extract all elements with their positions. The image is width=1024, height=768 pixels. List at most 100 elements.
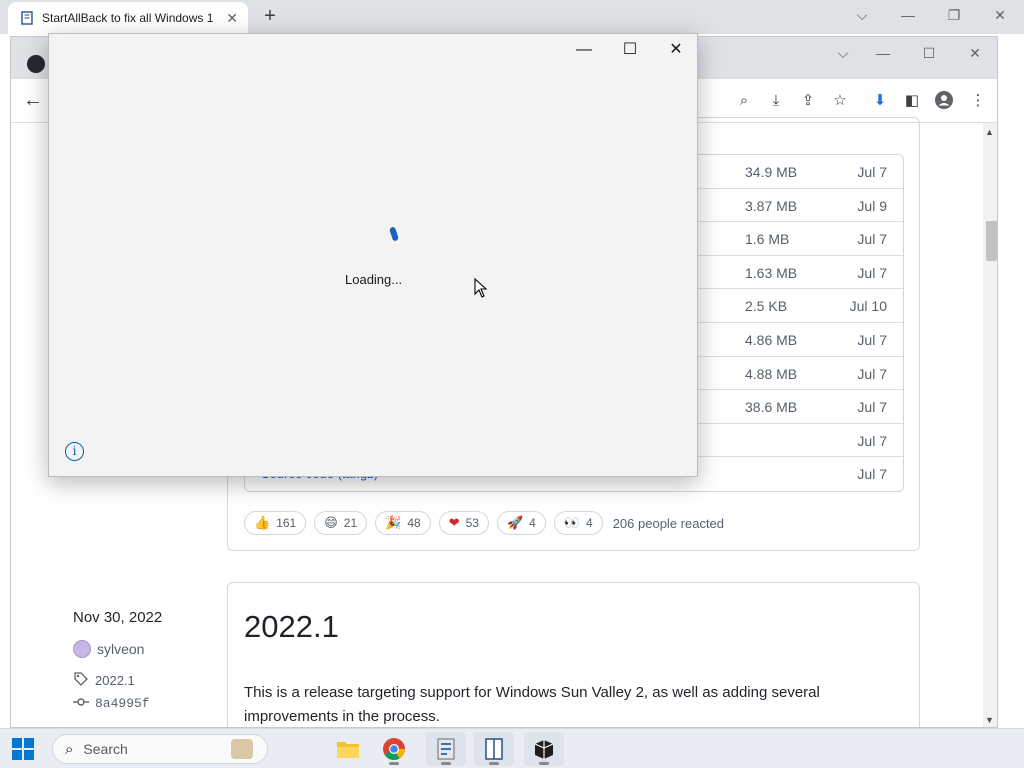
mouse-cursor-icon bbox=[474, 278, 488, 298]
rocket-icon: 🚀 bbox=[506, 515, 524, 530]
zoom-search-icon[interactable]: ⌕ bbox=[733, 89, 755, 111]
release-tag[interactable]: 2022.1 bbox=[73, 671, 135, 690]
reaction-eyes[interactable]: 👀 4 bbox=[553, 511, 603, 535]
loading-spinner-icon bbox=[388, 226, 400, 242]
asset-size: 1.63 MB bbox=[745, 264, 798, 281]
search-icon: ⌕ bbox=[65, 740, 74, 758]
taskbar: ⌕ Search bbox=[0, 728, 1024, 768]
share-icon[interactable]: ⇪ bbox=[797, 89, 819, 111]
app-running-indicator bbox=[489, 762, 499, 765]
asset-date: Jul 7 bbox=[857, 331, 887, 348]
tag-icon bbox=[73, 671, 89, 690]
dialog-minimize-button[interactable]: — bbox=[569, 40, 599, 60]
eyes-icon: 👀 bbox=[563, 515, 581, 530]
reactions-summary: 206 people reacted bbox=[612, 515, 725, 531]
scroll-down-arrow-icon[interactable]: ▼ bbox=[985, 715, 994, 725]
asset-date: Jul 7 bbox=[857, 264, 887, 281]
asset-size: 34.9 MB bbox=[745, 164, 798, 180]
asset-date: Jul 7 bbox=[857, 399, 887, 416]
close-window-button[interactable]: ✕ bbox=[978, 4, 1022, 26]
reactions-bar: 👍 161 😄 21 🎉 48 ❤ 53 🚀 4 👀 4 206 people reacte… bbox=[244, 510, 724, 536]
new-tab-button[interactable]: + bbox=[258, 5, 282, 29]
dialog-close-button[interactable]: ✕ bbox=[661, 40, 691, 60]
author-name[interactable]: sylveon bbox=[97, 641, 144, 657]
thumbs-up-icon: 👍 bbox=[254, 515, 271, 530]
loading-text: Loading... bbox=[345, 272, 403, 287]
asset-date: Jul 7 bbox=[857, 164, 887, 180]
browser-tab[interactable]: StartAllBack to fix all Windows 1 ✕ bbox=[8, 2, 248, 34]
install-app-icon[interactable]: ⤓ bbox=[765, 89, 787, 111]
search-highlight-icon bbox=[231, 739, 253, 759]
party-popper-icon: 🎉 bbox=[385, 515, 402, 530]
reaction-count: 161 bbox=[276, 516, 297, 530]
restore-button[interactable]: ❐ bbox=[932, 4, 976, 26]
inner-tab-search-icon[interactable]: ⌵ bbox=[823, 43, 863, 63]
reaction-thumbs-up[interactable]: 👍 161 bbox=[244, 511, 307, 535]
reaction-heart[interactable]: ❤ 53 bbox=[438, 511, 489, 535]
reaction-count: 53 bbox=[465, 516, 479, 530]
search-placeholder: Search bbox=[83, 741, 128, 757]
inner-close-button[interactable]: ✕ bbox=[955, 43, 995, 63]
release-description: This is a release targeting support for … bbox=[244, 684, 820, 725]
heart-icon: ❤ bbox=[448, 515, 460, 530]
inner-minimize-button[interactable]: — bbox=[863, 43, 903, 63]
installer-icon[interactable] bbox=[426, 732, 466, 766]
release-author[interactable]: sylveon bbox=[73, 640, 144, 658]
asset-date: Jul 7 bbox=[857, 231, 887, 248]
tab-search-icon[interactable]: ⌵ bbox=[840, 4, 884, 26]
app-running-indicator bbox=[539, 762, 549, 765]
menu-kebab-icon[interactable]: ⋮ bbox=[967, 89, 989, 111]
tab-close-icon[interactable]: ✕ bbox=[226, 10, 238, 27]
loading-dialog: — ☐ ✕ Loading... i bbox=[48, 33, 698, 477]
back-arrow-icon[interactable]: ← bbox=[23, 89, 43, 112]
release-title[interactable]: 2022.1 bbox=[244, 609, 339, 645]
notepad-app-icon[interactable] bbox=[474, 732, 514, 766]
laugh-icon: 😄 bbox=[324, 515, 338, 530]
reaction-rocket[interactable]: 🚀 4 bbox=[496, 511, 546, 535]
chrome-icon[interactable] bbox=[374, 732, 414, 766]
file-explorer-icon[interactable] bbox=[328, 732, 368, 766]
asset-size: 1.6 MB bbox=[745, 231, 790, 248]
inner-restore-button[interactable]: ☐ bbox=[909, 43, 949, 63]
app-running-indicator bbox=[389, 762, 399, 765]
asset-size: 38.6 MB bbox=[745, 399, 798, 416]
reaction-count: 4 bbox=[586, 516, 593, 530]
downloads-icon[interactable]: ⬇ bbox=[869, 89, 891, 111]
reaction-hooray[interactable]: 🎉 48 bbox=[375, 511, 431, 535]
package-app-icon[interactable] bbox=[524, 732, 564, 766]
asset-date: Jul 10 bbox=[849, 298, 887, 315]
reaction-count: 4 bbox=[529, 516, 536, 530]
asset-size: 2.5 KB bbox=[745, 298, 788, 315]
scrollbar[interactable] bbox=[983, 123, 997, 727]
avatar bbox=[73, 640, 91, 658]
notepad-icon bbox=[20, 11, 34, 25]
minimize-button[interactable]: — bbox=[886, 4, 930, 26]
asset-date: Jul 7 bbox=[857, 466, 887, 483]
app-running-indicator bbox=[441, 762, 451, 765]
side-panel-icon[interactable]: ◧ bbox=[901, 89, 923, 111]
asset-date: Jul 9 bbox=[857, 197, 887, 214]
asset-size: 4.88 MB bbox=[745, 365, 798, 382]
release-commit[interactable]: 8a4995f bbox=[73, 694, 150, 713]
asset-date: Jul 7 bbox=[857, 432, 887, 449]
bookmark-star-icon[interactable]: ☆ bbox=[829, 89, 851, 111]
reaction-count: 48 bbox=[407, 516, 421, 530]
windows-start-icon[interactable] bbox=[12, 738, 34, 760]
release-card: 2022.1 This is a release targeting suppo… bbox=[227, 582, 920, 727]
dialog-maximize-button[interactable]: ☐ bbox=[615, 40, 645, 60]
outer-tab-strip: StartAllBack to fix all Windows 1 ✕ + ⌵ … bbox=[0, 0, 1024, 34]
asset-date: Jul 7 bbox=[857, 365, 887, 382]
info-icon[interactable]: i bbox=[65, 442, 84, 461]
scrollbar-thumb[interactable] bbox=[986, 221, 997, 261]
release-date: Nov 30, 2022 bbox=[73, 609, 163, 626]
asset-size: 3.87 MB bbox=[745, 197, 798, 214]
profile-icon[interactable] bbox=[933, 89, 955, 111]
taskbar-search[interactable]: ⌕ Search bbox=[52, 734, 268, 764]
scroll-up-arrow-icon[interactable]: ▲ bbox=[985, 127, 994, 137]
github-icon bbox=[27, 55, 45, 73]
asset-size: 4.86 MB bbox=[745, 331, 798, 348]
commit-hash[interactable]: 8a4995f bbox=[95, 696, 150, 711]
tab-title: StartAllBack to fix all Windows 1 bbox=[42, 11, 214, 25]
tag-name[interactable]: 2022.1 bbox=[95, 673, 135, 688]
reaction-laugh[interactable]: 😄 21 bbox=[314, 511, 368, 535]
